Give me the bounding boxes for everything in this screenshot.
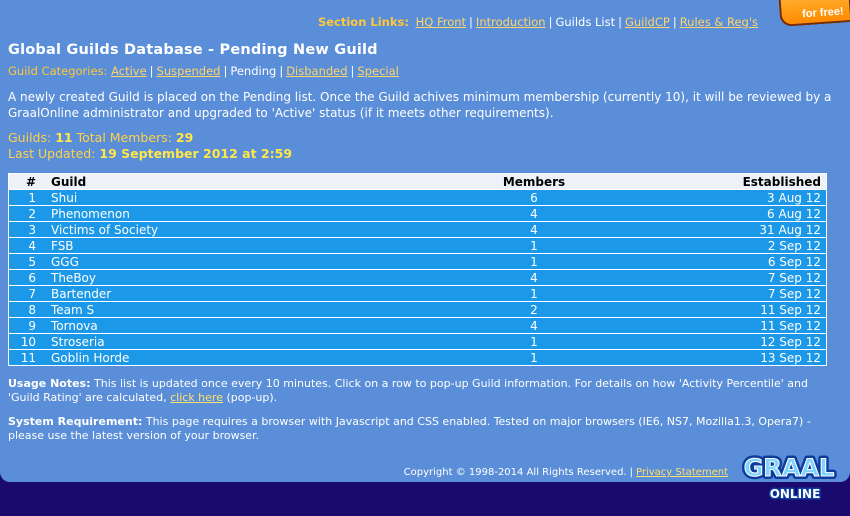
section-links-label: Section Links: (317, 15, 409, 29)
section-link-introduction[interactable]: Introduction (476, 15, 546, 29)
row-members: 4 (446, 317, 624, 334)
table-row[interactable]: 2 Phenomenon 4 6 Aug 12 (8, 205, 827, 222)
category-link-disbanded[interactable]: Disbanded (286, 64, 347, 78)
table-row[interactable]: 4 FSB 1 2 Sep 12 (8, 237, 827, 254)
logo-graal-text: GRAAL (744, 454, 835, 482)
intro-text: A newly created Guild is placed on the P… (8, 90, 832, 120)
row-number: 3 (8, 221, 41, 238)
table-row[interactable]: 6 TheBoy 4 7 Sep 12 (8, 269, 827, 286)
notes-section: Usage Notes: This list is updated once e… (8, 377, 828, 453)
row-members: 1 (446, 237, 624, 254)
footer: Copyright © 1998-2014 All Rights Reserve… (403, 467, 728, 478)
promo-badge[interactable]: for free! (778, 0, 850, 27)
row-number: 4 (8, 237, 41, 254)
table-row[interactable]: 10 Stroseria 1 12 Sep 12 (8, 333, 827, 350)
row-number: 11 (8, 349, 41, 366)
row-members: 4 (446, 205, 624, 222)
promo-text: for free! (801, 5, 845, 21)
row-number: 8 (8, 301, 41, 318)
activity-info-link[interactable]: click here (170, 391, 223, 404)
total-members: 29 (175, 130, 194, 145)
row-established: 3 Aug 12 (624, 189, 827, 206)
guilds-table: # Guild Members Established 1 Shui 6 3 Aug … (8, 173, 827, 366)
page-title: Global Guilds Database - Pending New Gui… (8, 42, 378, 58)
row-members: 6 (446, 189, 624, 206)
table-row[interactable]: 11 Goblin Horde 1 13 Sep 12 (8, 349, 827, 366)
row-established: 7 Sep 12 (624, 285, 827, 302)
row-members: 1 (446, 333, 624, 350)
section-link-hq-front[interactable]: HQ Front (416, 15, 466, 29)
guild-stats: Guilds: 11 Total Members: 29 Last Update… (8, 130, 292, 162)
category-pending-current: Pending (230, 64, 277, 78)
table-row[interactable]: 1 Shui 6 3 Aug 12 (8, 189, 827, 206)
row-members: 2 (446, 301, 624, 318)
copyright-text: Copyright © 1998-2014 All Rights Reserve… (403, 467, 627, 478)
table-row[interactable]: 5 GGG 1 6 Sep 12 (8, 253, 827, 270)
row-guild-name: Bartender (41, 285, 446, 302)
row-guild-name: Tornova (41, 317, 446, 334)
row-members: 4 (446, 269, 624, 286)
row-established: 13 Sep 12 (624, 349, 827, 366)
guild-count-line: Guilds: 11 Total Members: 29 (8, 130, 194, 145)
main-panel: for free! Section Links: HQ Front | Introd… (0, 0, 850, 482)
row-guild-name: Stroseria (41, 333, 446, 350)
row-number: 1 (8, 189, 41, 206)
row-established: 12 Sep 12 (624, 333, 827, 350)
table-row[interactable]: 7 Bartender 1 7 Sep 12 (8, 285, 827, 302)
row-guild-name: TheBoy (41, 269, 446, 286)
row-number: 10 (8, 333, 41, 350)
row-established: 11 Sep 12 (624, 301, 827, 318)
system-requirement-label: System Requirement: (8, 415, 143, 428)
graal-online-logo[interactable]: GRAAL GRAAL ONLINE (733, 450, 845, 506)
row-established: 7 Sep 12 (624, 269, 827, 286)
table-row[interactable]: 3 Victims of Society 4 31 Aug 12 (8, 221, 827, 238)
category-link-active[interactable]: Active (111, 64, 147, 78)
logo-online-text: ONLINE (770, 487, 821, 501)
header-number[interactable]: # (8, 173, 41, 190)
section-link-guilds-list: Guilds List (555, 15, 616, 29)
header-guild[interactable]: Guild (41, 173, 446, 190)
row-guild-name: Team S (41, 301, 446, 318)
row-guild-name: Shui (41, 189, 446, 206)
system-requirement: System Requirement: This page requires a… (8, 415, 811, 442)
row-number: 6 (8, 269, 41, 286)
header-established[interactable]: Established (624, 173, 827, 190)
row-established: 6 Aug 12 (624, 205, 827, 222)
row-established: 11 Sep 12 (624, 317, 827, 334)
section-link-guildcp[interactable]: GuildCP (625, 15, 670, 29)
table-header-row: # Guild Members Established (8, 173, 827, 190)
usage-notes: Usage Notes: This list is updated once e… (8, 377, 808, 404)
row-members: 1 (446, 253, 624, 270)
row-guild-name: Goblin Horde (41, 349, 446, 366)
row-guild-name: FSB (41, 237, 446, 254)
table-row[interactable]: 9 Tornova 4 11 Sep 12 (8, 317, 827, 334)
row-guild-name: Victims of Society (41, 221, 446, 238)
row-established: 31 Aug 12 (624, 221, 827, 238)
row-number: 5 (8, 253, 41, 270)
row-established: 6 Sep 12 (624, 253, 827, 270)
section-link-rules[interactable]: Rules & Reg's (680, 15, 758, 29)
row-members: 4 (446, 221, 624, 238)
row-number: 7 (8, 285, 41, 302)
row-established: 2 Sep 12 (624, 237, 827, 254)
row-number: 2 (8, 205, 41, 222)
guild-categories-nav: Guild Categories: Active | Suspended | Pendi… (8, 64, 399, 78)
row-guild-name: GGG (41, 253, 446, 270)
section-links-nav: Section Links: HQ Front | Introduction | Gui… (317, 15, 758, 29)
guild-count: 11 (55, 130, 73, 145)
usage-notes-label: Usage Notes: (8, 377, 91, 390)
privacy-statement-link[interactable]: Privacy Statement (636, 467, 728, 478)
category-link-suspended[interactable]: Suspended (157, 64, 221, 78)
guild-categories-label: Guild Categories: (8, 64, 108, 78)
last-updated-value: 19 September 2012 at 2:59 (99, 146, 293, 161)
header-members[interactable]: Members (446, 173, 624, 190)
row-members: 1 (446, 349, 624, 366)
table-row[interactable]: 8 Team S 2 11 Sep 12 (8, 301, 827, 318)
row-number: 9 (8, 317, 41, 334)
row-guild-name: Phenomenon (41, 205, 446, 222)
row-members: 1 (446, 285, 624, 302)
category-link-special[interactable]: Special (357, 64, 398, 78)
last-updated-line: Last Updated: 19 September 2012 at 2:59 (8, 146, 293, 161)
